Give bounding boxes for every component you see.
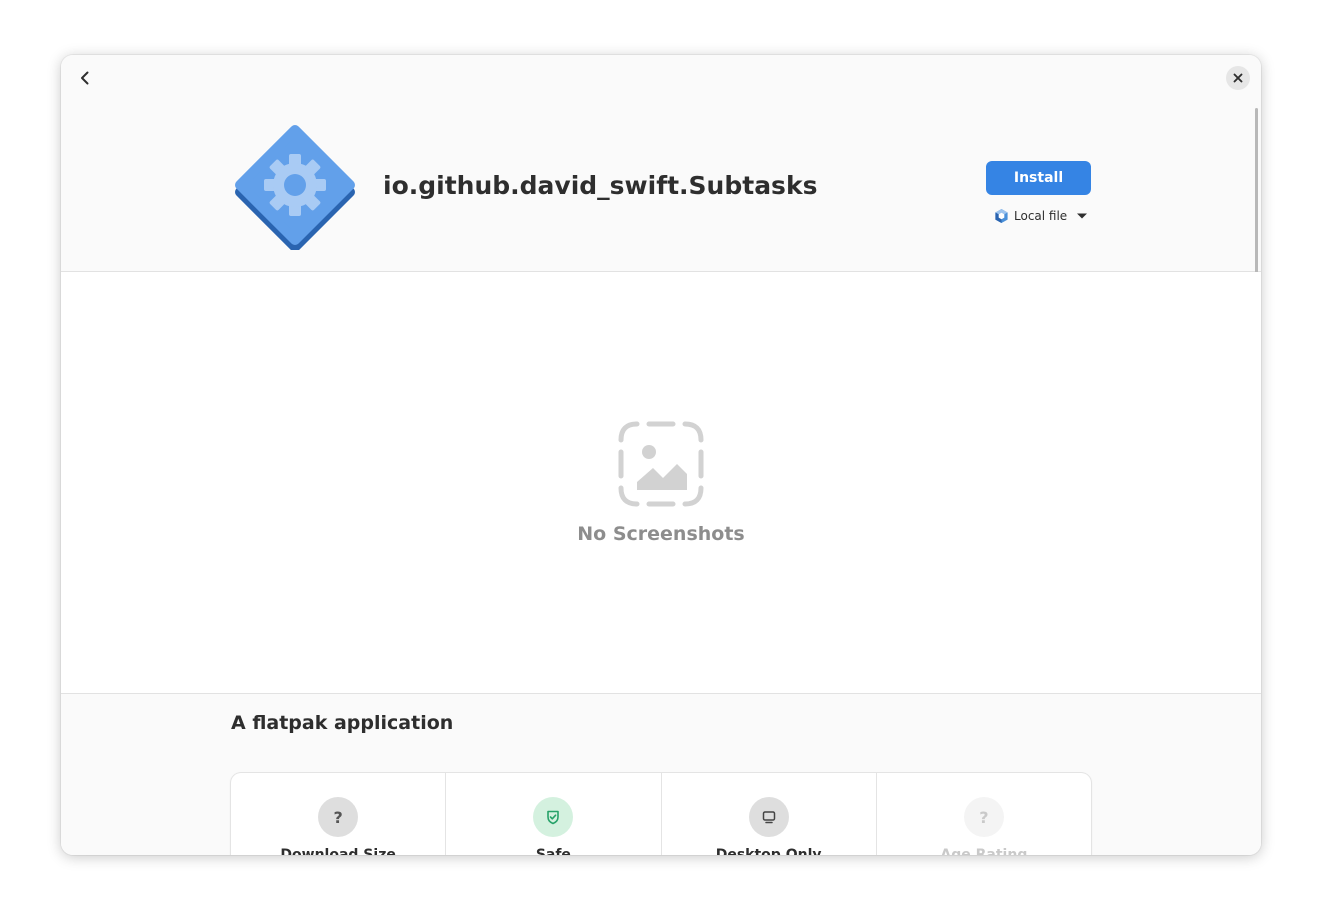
app-icon [235,125,355,250]
gear-icon [264,154,326,216]
tile-label: Desktop Only [715,847,822,855]
image-missing-icon [618,421,704,507]
flatpak-icon [995,208,1008,224]
dropdown-arrow-icon [1077,213,1088,219]
download-size-tile[interactable]: ? Download Size [231,773,447,855]
tile-label: Age Rating [940,847,1028,855]
safety-tile[interactable]: Safe [446,773,662,855]
tile-label: Download Size [280,847,396,855]
go-back-icon [81,71,89,85]
context-tiles: ? Download Size Safe Desktop Only ? Age … [231,773,1091,855]
details-section: A flatpak application ? Download Size Sa… [61,693,1261,855]
shield-check-icon [547,810,560,825]
app-details-window: io.github.david_swift.Subtasks Install L… [61,55,1261,855]
question-icon: ? [318,797,359,837]
app-header: io.github.david_swift.Subtasks Install L… [61,55,1261,272]
age-rating-tile[interactable]: ? Age Rating [877,773,1091,855]
app-title: io.github.david_swift.Subtasks [383,171,818,200]
safety-badge [533,797,574,837]
desktop-only-tile[interactable]: Desktop Only [662,773,877,855]
back-button[interactable] [71,64,99,92]
screenshots-area: No Screenshots [61,272,1261,693]
source-label: Local file [1014,209,1068,223]
question-icon: ? [963,797,1004,837]
desktop-icon [762,811,775,824]
install-button[interactable]: Install [986,161,1091,195]
close-icon [1233,73,1243,83]
desktop-badge [748,797,789,837]
close-button[interactable] [1226,66,1250,90]
no-screenshots-label: No Screenshots [577,523,745,545]
tile-label: Safe [535,847,571,855]
app-summary: A flatpak application [231,712,454,734]
source-dropdown[interactable]: Local file [994,206,1092,226]
